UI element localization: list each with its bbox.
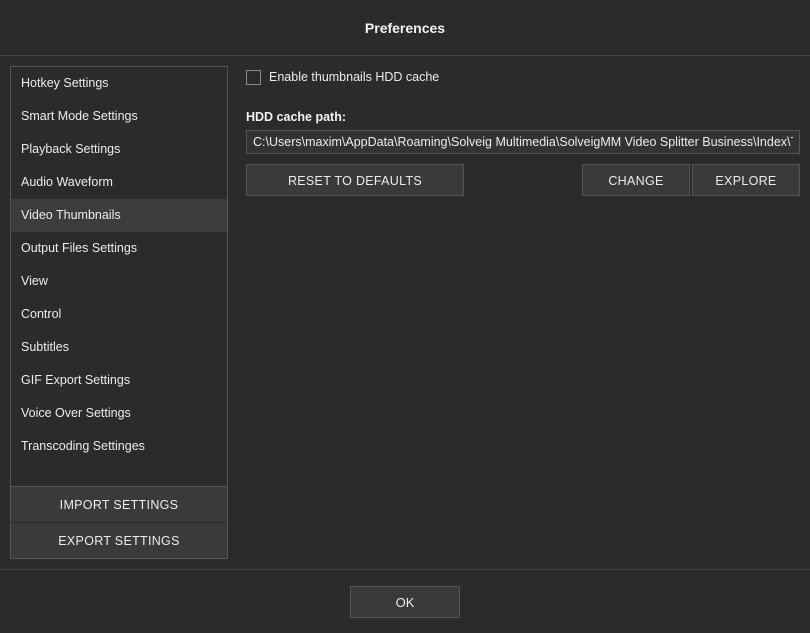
- enable-cache-checkbox[interactable]: [246, 70, 261, 85]
- sidebar-item-label: Control: [21, 307, 61, 321]
- footer: OK: [0, 569, 810, 633]
- sidebar-item-label: Subtitles: [21, 340, 69, 354]
- title-bar: Preferences: [0, 0, 810, 56]
- hdd-cache-path-input[interactable]: [246, 130, 800, 154]
- sidebar-item-label: Audio Waveform: [21, 175, 113, 189]
- spacer: [466, 164, 580, 196]
- sidebar-item-playback-settings[interactable]: Playback Settings: [11, 133, 227, 166]
- sidebar-item-label: Smart Mode Settings: [21, 109, 138, 123]
- sidebar-item-label: View: [21, 274, 48, 288]
- ok-button[interactable]: OK: [350, 586, 460, 618]
- sidebar-item-view[interactable]: View: [11, 265, 227, 298]
- sidebar-item-label: Playback Settings: [21, 142, 120, 156]
- explore-button[interactable]: EXPLORE: [692, 164, 800, 196]
- hdd-cache-path-label: HDD cache path:: [246, 110, 800, 124]
- sidebar-item-video-thumbnails[interactable]: Video Thumbnails: [11, 199, 227, 232]
- enable-cache-row: Enable thumbnails HDD cache: [246, 66, 800, 88]
- sidebar-item-transcoding-settings[interactable]: Transcoding Settinges: [11, 430, 227, 463]
- sidebar-item-voice-over-settings[interactable]: Voice Over Settings: [11, 397, 227, 430]
- sidebar-item-subtitles[interactable]: Subtitles: [11, 331, 227, 364]
- export-settings-button[interactable]: EXPORT SETTINGS: [11, 522, 227, 558]
- change-button[interactable]: CHANGE: [582, 164, 690, 196]
- sidebar-item-gif-export-settings[interactable]: GIF Export Settings: [11, 364, 227, 397]
- sidebar-item-label: Voice Over Settings: [21, 406, 131, 420]
- sidebar-item-label: Video Thumbnails: [21, 208, 121, 222]
- sidebar-item-output-files-settings[interactable]: Output Files Settings: [11, 232, 227, 265]
- sidebar-item-label: Hotkey Settings: [21, 76, 109, 90]
- sidebar-item-hotkey-settings[interactable]: Hotkey Settings: [11, 67, 227, 100]
- import-settings-button[interactable]: IMPORT SETTINGS: [11, 486, 227, 522]
- sidebar-item-control[interactable]: Control: [11, 298, 227, 331]
- content-panel: Enable thumbnails HDD cache HDD cache pa…: [246, 66, 800, 559]
- sidebar-item-smart-mode-settings[interactable]: Smart Mode Settings: [11, 100, 227, 133]
- sidebar-item-label: Transcoding Settinges: [21, 439, 145, 453]
- sidebar-nav: Hotkey Settings Smart Mode Settings Play…: [11, 67, 227, 486]
- sidebar-item-label: Output Files Settings: [21, 241, 137, 255]
- sidebar-bottom-buttons: IMPORT SETTINGS EXPORT SETTINGS: [11, 486, 227, 558]
- preferences-window: Preferences Hotkey Settings Smart Mode S…: [0, 0, 810, 633]
- sidebar-item-audio-waveform[interactable]: Audio Waveform: [11, 166, 227, 199]
- sidebar-item-label: GIF Export Settings: [21, 373, 130, 387]
- sidebar: Hotkey Settings Smart Mode Settings Play…: [10, 66, 228, 559]
- enable-cache-label: Enable thumbnails HDD cache: [269, 70, 439, 84]
- button-row: RESET TO DEFAULTS CHANGE EXPLORE: [246, 164, 800, 196]
- window-title: Preferences: [365, 20, 445, 36]
- window-body: Hotkey Settings Smart Mode Settings Play…: [0, 56, 810, 559]
- reset-to-defaults-button[interactable]: RESET TO DEFAULTS: [246, 164, 464, 196]
